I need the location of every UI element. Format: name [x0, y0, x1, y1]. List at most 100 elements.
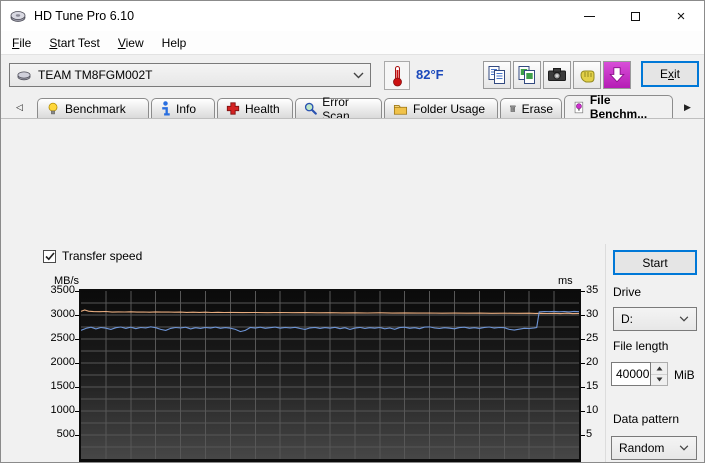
- data-pattern-combobox[interactable]: Random: [611, 436, 697, 460]
- tab-error-scan[interactable]: Error Scan: [295, 95, 382, 123]
- folder-icon: [393, 104, 408, 115]
- chevron-down-icon: [353, 72, 364, 78]
- chart-plot-area: [81, 291, 579, 459]
- menu-file[interactable]: File: [3, 33, 40, 53]
- chevron-down-icon: [679, 316, 689, 322]
- close-button[interactable]: ×: [658, 1, 704, 31]
- right-axis-tick-label: 30: [586, 308, 599, 320]
- y-axis-tick-label: 500: [56, 428, 75, 440]
- file-length-unit: MiB: [674, 368, 695, 382]
- maximize-icon: [630, 11, 640, 21]
- tab-erase[interactable]: Erase: [500, 98, 562, 118]
- screenshot-button[interactable]: [543, 61, 571, 89]
- right-axis-tick-label: 35: [586, 284, 599, 296]
- disk-icon: [17, 71, 31, 81]
- right-axis-tick-label: 10: [586, 404, 599, 416]
- file-length-down-button[interactable]: [651, 374, 667, 385]
- transfer-speed-option[interactable]: Transfer speed: [43, 249, 142, 263]
- drive-select-combobox[interactable]: TEAM TM8FGM002T: [9, 63, 371, 87]
- erase-trash-icon: [510, 105, 516, 112]
- file-length-input[interactable]: [611, 362, 651, 386]
- copy-text-button[interactable]: [483, 61, 511, 89]
- transfer-speed-label: Transfer speed: [62, 249, 143, 263]
- right-axis-tick: [581, 387, 585, 388]
- spin-down-icon: [656, 377, 662, 382]
- drive-combobox[interactable]: D:: [613, 307, 697, 331]
- arrow-right-icon: ▶: [684, 102, 691, 112]
- y-axis-tick-label: 1000: [50, 404, 75, 416]
- start-button[interactable]: Start: [613, 250, 697, 275]
- donate-hand-icon: [580, 70, 595, 83]
- right-axis-tick: [581, 411, 585, 412]
- donate-button[interactable]: [573, 61, 601, 89]
- chevron-down-icon: [679, 445, 689, 451]
- right-axis-tick: [581, 363, 585, 364]
- health-cross-icon: [226, 102, 240, 115]
- copy-text-icon: [488, 66, 505, 84]
- menu-bar: File Start Test View Help: [1, 31, 704, 54]
- title-bar: HD Tune Pro 6.10 ×: [1, 1, 704, 31]
- menu-view[interactable]: View: [109, 33, 153, 53]
- right-axis-tick: [581, 291, 585, 292]
- y-axis-tick-label: 2500: [50, 332, 75, 344]
- y-axis-tick-label: 3000: [50, 308, 75, 320]
- menu-start-test[interactable]: Start Test: [40, 33, 108, 53]
- tab-scroll-left-button[interactable]: ◁: [11, 99, 28, 116]
- tab-file-benchmark[interactable]: File Benchm...: [564, 93, 673, 121]
- y-axis-tick-label: 1500: [50, 380, 75, 392]
- temperature-value: 82°F: [416, 67, 444, 82]
- camera-icon: [548, 68, 566, 81]
- file-benchmark-icon: [574, 101, 584, 113]
- close-icon: ×: [676, 7, 686, 25]
- copy-image-icon: [518, 66, 535, 84]
- arrow-left-icon: ◁: [16, 102, 23, 112]
- minimize-button[interactable]: [566, 1, 612, 31]
- file-benchmark-page: Transfer speed MB/s ms 500 1000 1500 2000 25…: [1, 118, 704, 462]
- file-length-up-button[interactable]: [651, 363, 667, 375]
- tab-scroll-right-button[interactable]: ▶: [679, 99, 696, 116]
- info-icon: [162, 101, 170, 116]
- y-axis-unit-right: ms: [558, 275, 573, 287]
- file-length-label: File length: [613, 339, 669, 353]
- tab-bar: ◁ Benchmark Info Health Error Scan Folde…: [1, 93, 704, 123]
- window-title: HD Tune Pro 6.10: [34, 9, 135, 23]
- drive-select-value: TEAM TM8FGM002T: [38, 68, 153, 82]
- minimize-icon: [583, 15, 595, 17]
- drive-label: Drive: [613, 285, 642, 299]
- y-axis-tick: [75, 387, 79, 388]
- app-disk-icon: [10, 11, 26, 22]
- y-axis-tick: [75, 435, 79, 436]
- copy-image-button[interactable]: [513, 61, 541, 89]
- data-pattern-label: Data pattern: [613, 412, 680, 426]
- tab-health[interactable]: Health: [217, 98, 293, 118]
- toolbar: TEAM TM8FGM002T 82°F Exit: [1, 54, 704, 95]
- benchmark-icon: [48, 102, 58, 115]
- y-axis-tick-label: 2000: [50, 356, 75, 368]
- right-axis-tick: [581, 339, 585, 340]
- menu-help[interactable]: Help: [153, 33, 196, 53]
- spin-up-icon: [656, 366, 662, 371]
- tab-info[interactable]: Info: [151, 98, 215, 118]
- right-axis-tick-label: 25: [586, 332, 599, 344]
- right-axis-tick: [581, 315, 585, 316]
- right-axis-tick: [581, 435, 585, 436]
- y-axis-tick: [75, 363, 79, 364]
- maximize-button[interactable]: [612, 1, 658, 31]
- tab-benchmark[interactable]: Benchmark: [37, 98, 149, 118]
- y-axis-tick: [75, 291, 79, 292]
- transfer-speed-chart: [79, 289, 581, 462]
- app-window: HD Tune Pro 6.10 × File Start Test View …: [0, 0, 705, 463]
- y-axis-tick: [75, 339, 79, 340]
- y-axis-tick: [75, 315, 79, 316]
- error-scan-icon: [304, 102, 317, 115]
- file-length-stepper: [611, 362, 668, 386]
- tab-folder-usage[interactable]: Folder Usage: [384, 98, 498, 118]
- temperature-button[interactable]: [384, 61, 410, 90]
- thermometer-icon: [392, 65, 402, 86]
- save-results-button[interactable]: [603, 61, 631, 89]
- exit-button[interactable]: Exit: [641, 61, 699, 87]
- transfer-speed-checkbox[interactable]: [43, 249, 56, 263]
- y-axis-tick-label: 3500: [50, 284, 75, 296]
- download-arrow-icon: [609, 67, 625, 83]
- check-icon: [44, 251, 55, 260]
